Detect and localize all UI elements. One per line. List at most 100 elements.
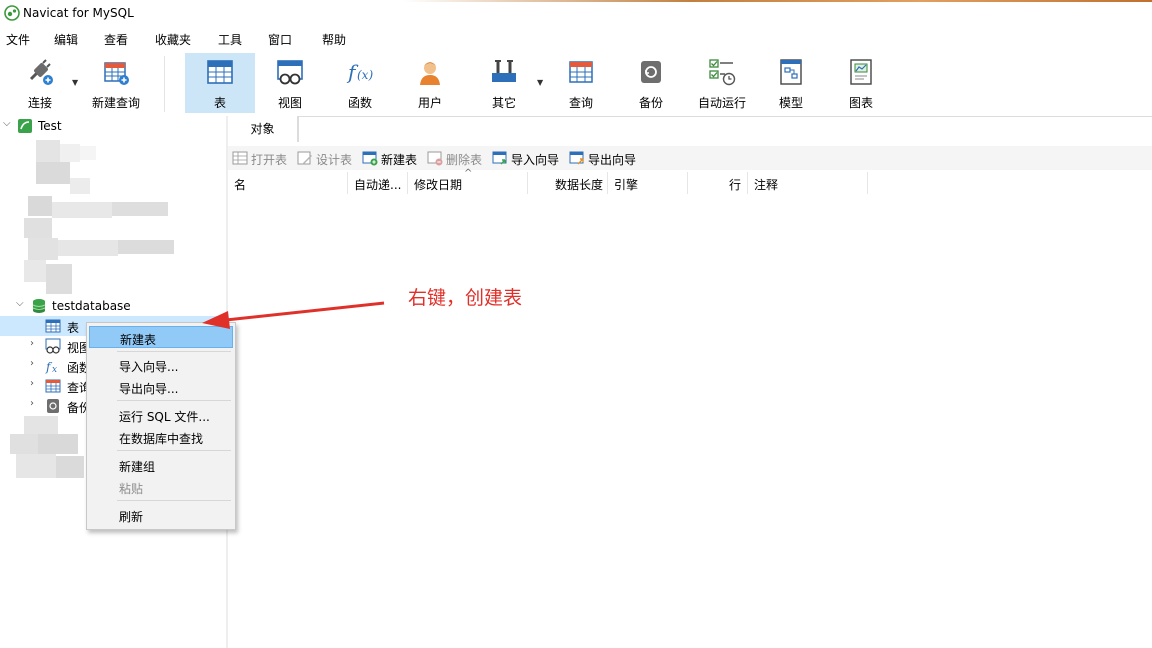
table-label: 表: [213, 96, 226, 110]
sort-ascending-icon: ^: [464, 168, 473, 179]
svg-text:(x): (x): [357, 68, 373, 82]
tree-connection-test[interactable]: ⌵ Test: [0, 116, 226, 136]
redacted-region: [24, 134, 184, 294]
user-icon: [420, 62, 440, 85]
database-icon: [32, 299, 46, 313]
menu-separator: [117, 450, 231, 451]
menu-item-new-group[interactable]: 新建组: [89, 454, 233, 476]
column-header-data-length[interactable]: 数据长度: [528, 172, 608, 194]
new-query-label: 新建查询: [91, 96, 140, 110]
query-icon: [45, 379, 61, 393]
redacted-region: [10, 416, 90, 482]
design-table-label: 设计表: [316, 153, 353, 167]
view-button[interactable]: 视图: [258, 53, 322, 113]
user-label: 用户: [417, 96, 442, 110]
column-header-comment[interactable]: 注释: [748, 172, 868, 194]
table-button[interactable]: 表: [185, 53, 255, 113]
automation-button[interactable]: 自动运行: [690, 53, 754, 113]
delete-table-icon: [427, 151, 443, 166]
window-title: Navicat for MySQL: [23, 6, 134, 20]
open-table-icon: [232, 151, 248, 165]
delete-table-label: 删除表: [446, 153, 483, 167]
plug-connect-icon: [29, 59, 53, 85]
menu-item-export-wizard[interactable]: 导出向导...: [89, 376, 233, 398]
connection-name: Test: [38, 119, 62, 133]
open-table-label: 打开表: [251, 153, 288, 167]
model-button[interactable]: 模型: [760, 53, 822, 113]
expand-chevron-icon[interactable]: ›: [30, 398, 40, 409]
tools-icon: [492, 60, 516, 82]
connect-button[interactable]: 连接: [8, 53, 72, 113]
menu-help[interactable]: 帮助: [322, 31, 346, 48]
object-pane: 对象 打开表 设计表 新建表 删除表 导入向导 导出向导 名 自动递... 修改…: [228, 116, 1152, 648]
chart-button[interactable]: 图表: [830, 53, 892, 113]
column-header-auto-increment[interactable]: 自动递...: [348, 172, 408, 194]
menu-bar: 文件 编辑 查看 收藏夹 工具 窗口 帮助: [0, 26, 1152, 50]
query-icon: [569, 61, 593, 83]
others-dropdown-caret-icon[interactable]: ▼: [537, 78, 543, 87]
function-icon: f (x): [346, 60, 373, 84]
chart-icon: [850, 59, 872, 85]
column-header-engine[interactable]: 引擎: [608, 172, 688, 194]
chart-label: 图表: [848, 96, 873, 110]
user-button[interactable]: 用户: [398, 53, 462, 113]
function-label: 函数: [347, 96, 372, 110]
menu-item-paste[interactable]: 粘贴: [89, 476, 233, 498]
query-button[interactable]: 查询: [550, 53, 612, 113]
tab-strip-filler: [298, 116, 1152, 142]
backup-icon: [641, 61, 661, 83]
menu-favorites[interactable]: 收藏夹: [155, 31, 191, 48]
connect-dropdown-caret-icon[interactable]: ▼: [72, 78, 78, 87]
function-button[interactable]: f (x) 函数: [328, 53, 392, 113]
menu-window[interactable]: 窗口: [268, 31, 292, 48]
others-button[interactable]: 其它: [472, 53, 536, 113]
model-label: 模型: [778, 96, 803, 110]
collapse-chevron-icon[interactable]: ⌵: [3, 118, 13, 129]
tab-strip: 对象: [228, 116, 1152, 142]
tree-item-label: 表: [67, 321, 80, 335]
import-icon: [492, 151, 507, 165]
new-table-label: 新建表: [381, 153, 418, 167]
others-label: 其它: [491, 96, 516, 110]
column-header-modified-date[interactable]: 修改日期 ^: [408, 168, 528, 194]
menu-item-run-sql-file[interactable]: 运行 SQL 文件...: [89, 404, 233, 426]
toolbar-separator: [164, 56, 165, 112]
expand-chevron-icon[interactable]: ›: [30, 338, 40, 349]
menu-item-refresh[interactable]: 刷新: [89, 504, 233, 526]
view-label: 视图: [277, 96, 302, 110]
database-name: testdatabase: [52, 299, 131, 313]
menu-item-find-in-database[interactable]: 在数据库中查找: [89, 426, 233, 448]
tab-objects[interactable]: 对象: [228, 116, 298, 142]
menu-file[interactable]: 文件: [6, 31, 30, 48]
menu-edit[interactable]: 编辑: [54, 31, 78, 48]
automation-label: 自动运行: [697, 96, 746, 110]
new-query-icon: [104, 62, 129, 85]
menu-separator: [117, 500, 231, 501]
menu-separator: [117, 400, 231, 401]
expand-chevron-icon[interactable]: ›: [30, 358, 40, 369]
column-header-name[interactable]: 名: [228, 172, 348, 194]
view-icon: [277, 60, 303, 85]
export-wizard-label: 导出向导: [588, 153, 637, 167]
backup-label: 备份: [638, 96, 663, 110]
import-wizard-label: 导入向导: [511, 153, 560, 167]
function-icon: f x: [45, 360, 57, 374]
table-icon: [45, 319, 61, 333]
table-icon: [207, 60, 233, 84]
menu-view[interactable]: 查看: [104, 31, 128, 48]
tree-database-testdatabase[interactable]: ⌵ testdatabase: [0, 296, 226, 316]
collapse-chevron-icon[interactable]: ⌵: [16, 298, 26, 309]
expand-chevron-icon[interactable]: ›: [30, 378, 40, 389]
menu-item-import-wizard[interactable]: 导入向导...: [89, 354, 233, 376]
backup-button[interactable]: 备份: [620, 53, 682, 113]
menu-tools[interactable]: 工具: [218, 31, 242, 48]
main-toolbar: 连接 ▼ 新建查询 表 视图 f (x) 函数 用户 其它 ▼ 查询 备份 自动…: [0, 50, 1152, 116]
mysql-connection-icon: [18, 119, 32, 133]
new-query-button[interactable]: 新建查询: [86, 53, 146, 113]
title-bar: Navicat for MySQL: [0, 2, 1152, 26]
column-header-rows[interactable]: 行: [688, 172, 748, 194]
context-menu: 新建表 导入向导... 导出向导... 运行 SQL 文件... 在数据库中查找…: [86, 322, 236, 530]
export-icon: [569, 151, 584, 165]
object-toolbar: 打开表 设计表 新建表 删除表 导入向导 导出向导: [228, 146, 1152, 170]
query-label: 查询: [568, 96, 593, 110]
